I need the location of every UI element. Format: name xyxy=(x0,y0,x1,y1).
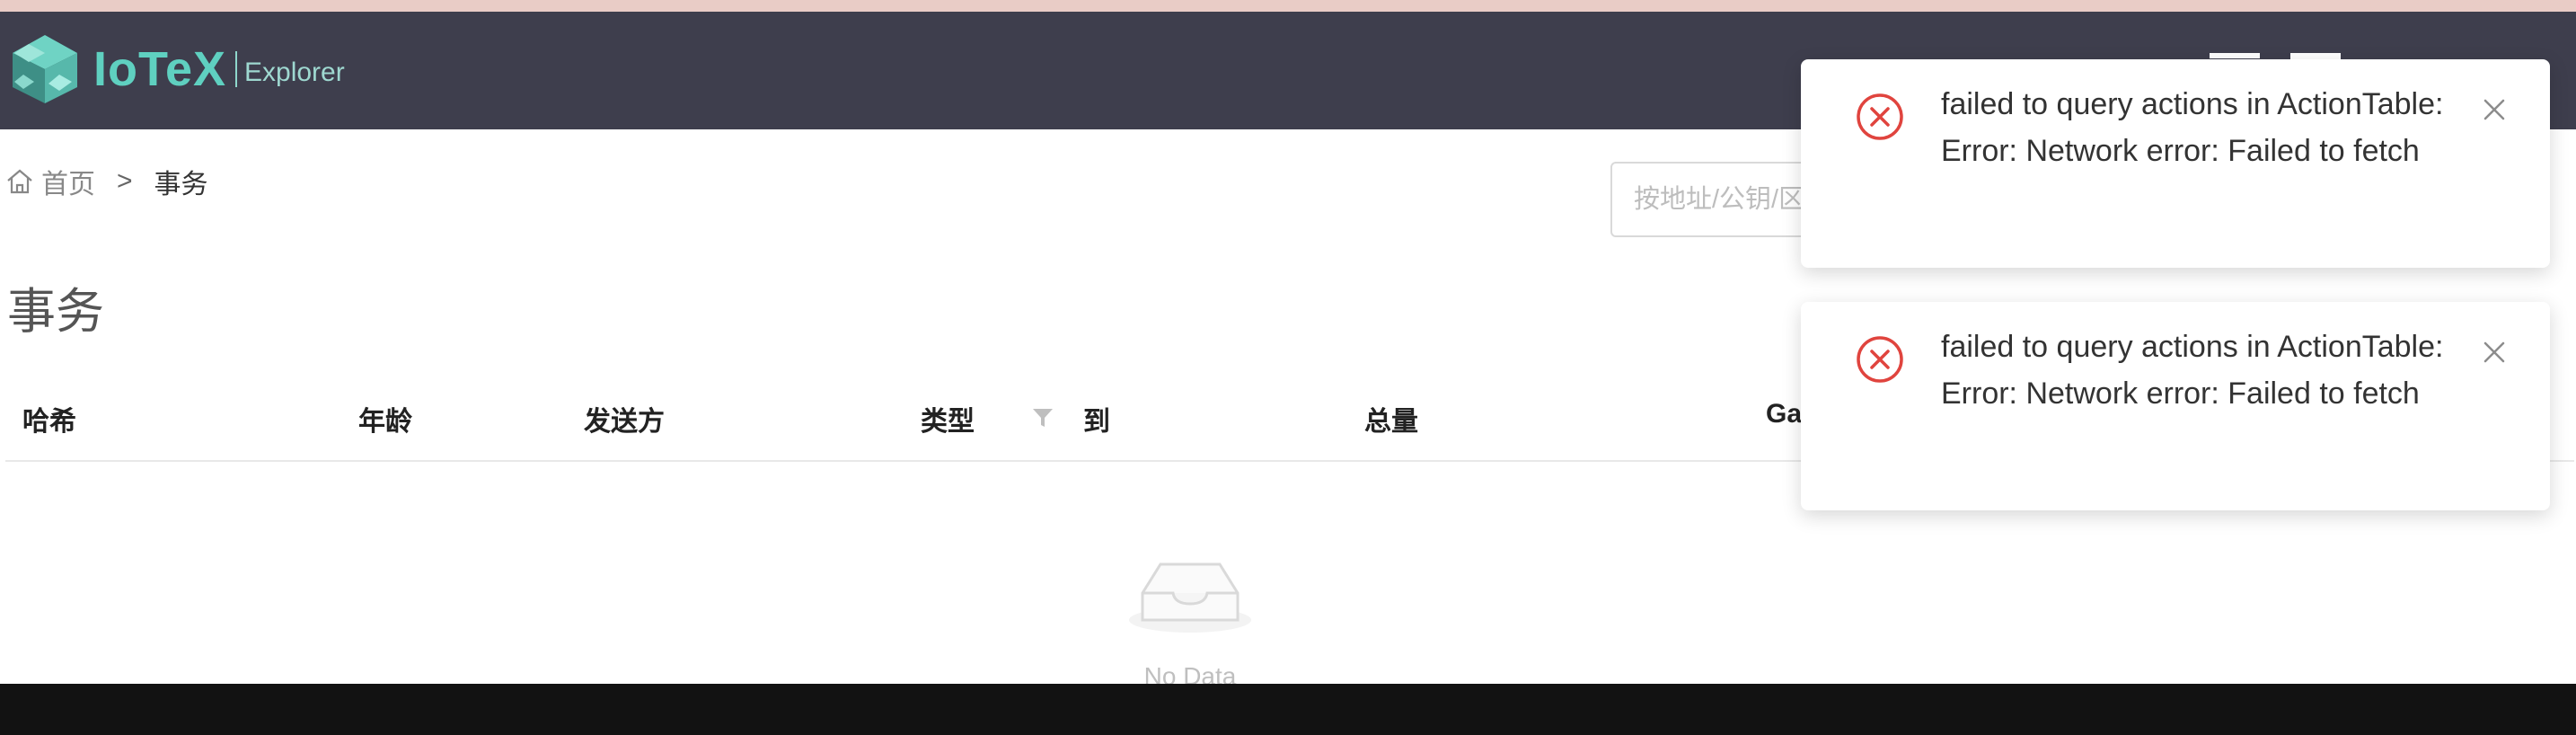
notification-message: failed to query actions in ActionTable: … xyxy=(1941,330,2444,411)
error-notification: failed to query actions in ActionTable: … xyxy=(1801,59,2550,268)
breadcrumb-home-link[interactable]: 首页 xyxy=(41,162,95,201)
home-icon xyxy=(7,169,32,194)
error-notification: failed to query actions in ActionTable: … xyxy=(1801,302,2550,510)
column-header-sender: 发送方 xyxy=(584,407,665,437)
column-header-type: 类型 xyxy=(921,407,975,437)
empty-inbox-icon xyxy=(1129,562,1251,633)
column-header-to: 到 xyxy=(1083,407,1110,437)
bottom-bar xyxy=(0,684,2576,735)
column-header-amount: 总量 xyxy=(1364,407,1418,437)
breadcrumb-current: 事务 xyxy=(154,170,208,199)
error-circle-icon xyxy=(1857,336,1903,383)
logo-divider xyxy=(235,51,238,87)
logo[interactable]: IoTeX Explorer xyxy=(7,31,345,107)
filter-icon[interactable] xyxy=(1031,406,1054,429)
menu-icon[interactable] xyxy=(2210,53,2260,58)
column-header-hash: 哈希 xyxy=(22,407,76,437)
page-title: 事务 xyxy=(7,285,104,339)
top-strip xyxy=(0,0,2576,12)
breadcrumb-separator: > xyxy=(117,166,133,196)
breadcrumb: 首页 > 事务 xyxy=(5,162,208,201)
iotex-logo-mark xyxy=(13,35,77,103)
error-circle-icon xyxy=(1857,93,1903,140)
logo-subtitle: Explorer xyxy=(244,58,345,87)
close-icon[interactable] xyxy=(2482,97,2507,122)
column-header-age: 年龄 xyxy=(358,407,412,437)
logo-text: IoTeX xyxy=(93,42,227,96)
close-icon[interactable] xyxy=(2482,340,2507,365)
empty-state: No Data xyxy=(1123,548,1257,691)
notification-message: failed to query actions in ActionTable: … xyxy=(1941,87,2444,168)
